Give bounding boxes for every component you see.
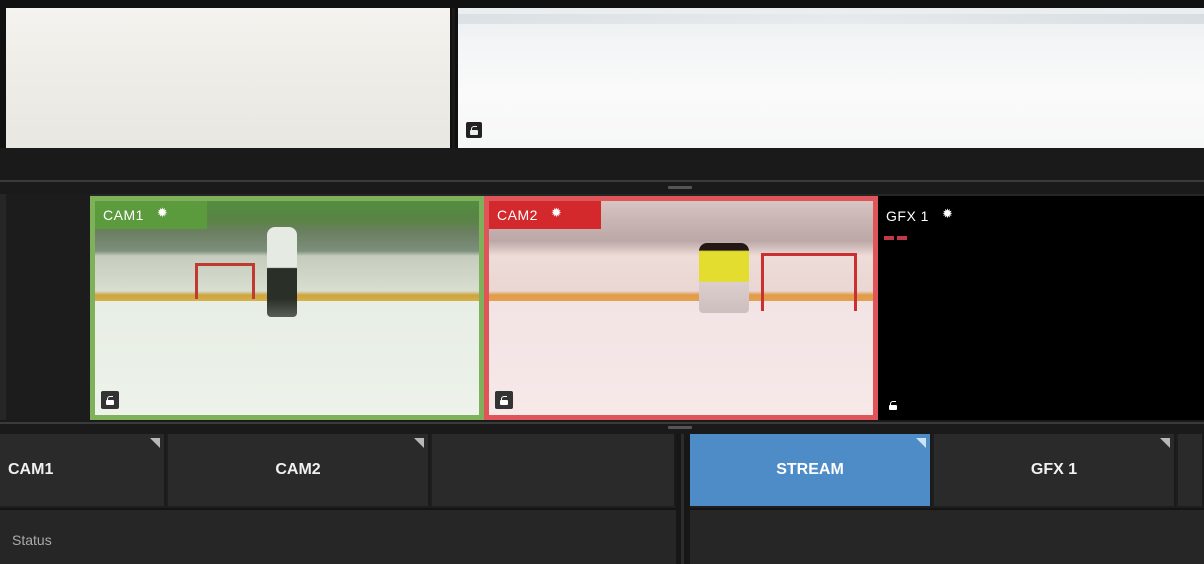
corner-menu-icon[interactable] [916,438,926,448]
monitor-divider[interactable] [450,8,458,148]
button-label: CAM1 [8,461,54,478]
splitter-grip-icon[interactable] [668,426,692,429]
source-name: CAM2 [497,207,538,223]
lock-icon[interactable] [495,391,513,409]
button-label: CAM2 [275,461,321,478]
source-name: CAM1 [103,207,144,223]
splitter-top[interactable] [0,148,1204,194]
source-label-gfx1: GFX 1 [878,202,963,230]
control-panel: CAM1 CAM2 STREAM GFX 1 Status [0,434,1204,564]
preview-monitor [6,8,450,148]
corner-menu-icon[interactable] [1160,438,1170,448]
status-panel-right [690,508,1204,564]
status-label: Status [12,532,52,548]
gfx1-button[interactable]: GFX 1 [934,434,1176,506]
corner-menu-icon[interactable] [414,438,424,448]
source-cam2[interactable]: CAM2 [484,196,878,420]
audio-meter-icon [884,236,908,240]
splitter-bottom[interactable] [0,420,1204,434]
gear-icon[interactable] [157,206,170,221]
program-monitor [458,8,1204,148]
button-label: STREAM [776,461,844,478]
splitter-grip-icon[interactable] [668,186,692,189]
status-panel: Status [0,508,676,564]
source-preview-row: CAM1 CAM2 GFX 1 [0,194,1204,420]
gear-icon[interactable] [551,206,564,221]
source-cam1[interactable]: CAM1 [90,196,484,420]
corner-menu-icon[interactable] [150,438,160,448]
lock-icon[interactable] [884,396,902,414]
stream-button[interactable]: STREAM [690,434,932,506]
lock-icon[interactable] [466,122,482,138]
source-gfx1[interactable]: GFX 1 [878,196,1204,420]
lock-icon[interactable] [101,391,119,409]
cam2-button[interactable]: CAM2 [168,434,430,506]
button-label: GFX 1 [1030,461,1078,478]
source-label-cam2: CAM2 [489,201,601,229]
cam1-button[interactable]: CAM1 [0,434,166,506]
monitor-area [0,0,1204,148]
source-label-cam1: CAM1 [95,201,207,229]
source-name: GFX 1 [886,208,929,224]
gear-icon[interactable] [942,207,955,222]
empty-button[interactable] [432,434,676,506]
extra-button[interactable] [1178,434,1204,506]
panel-divider[interactable] [676,434,690,564]
